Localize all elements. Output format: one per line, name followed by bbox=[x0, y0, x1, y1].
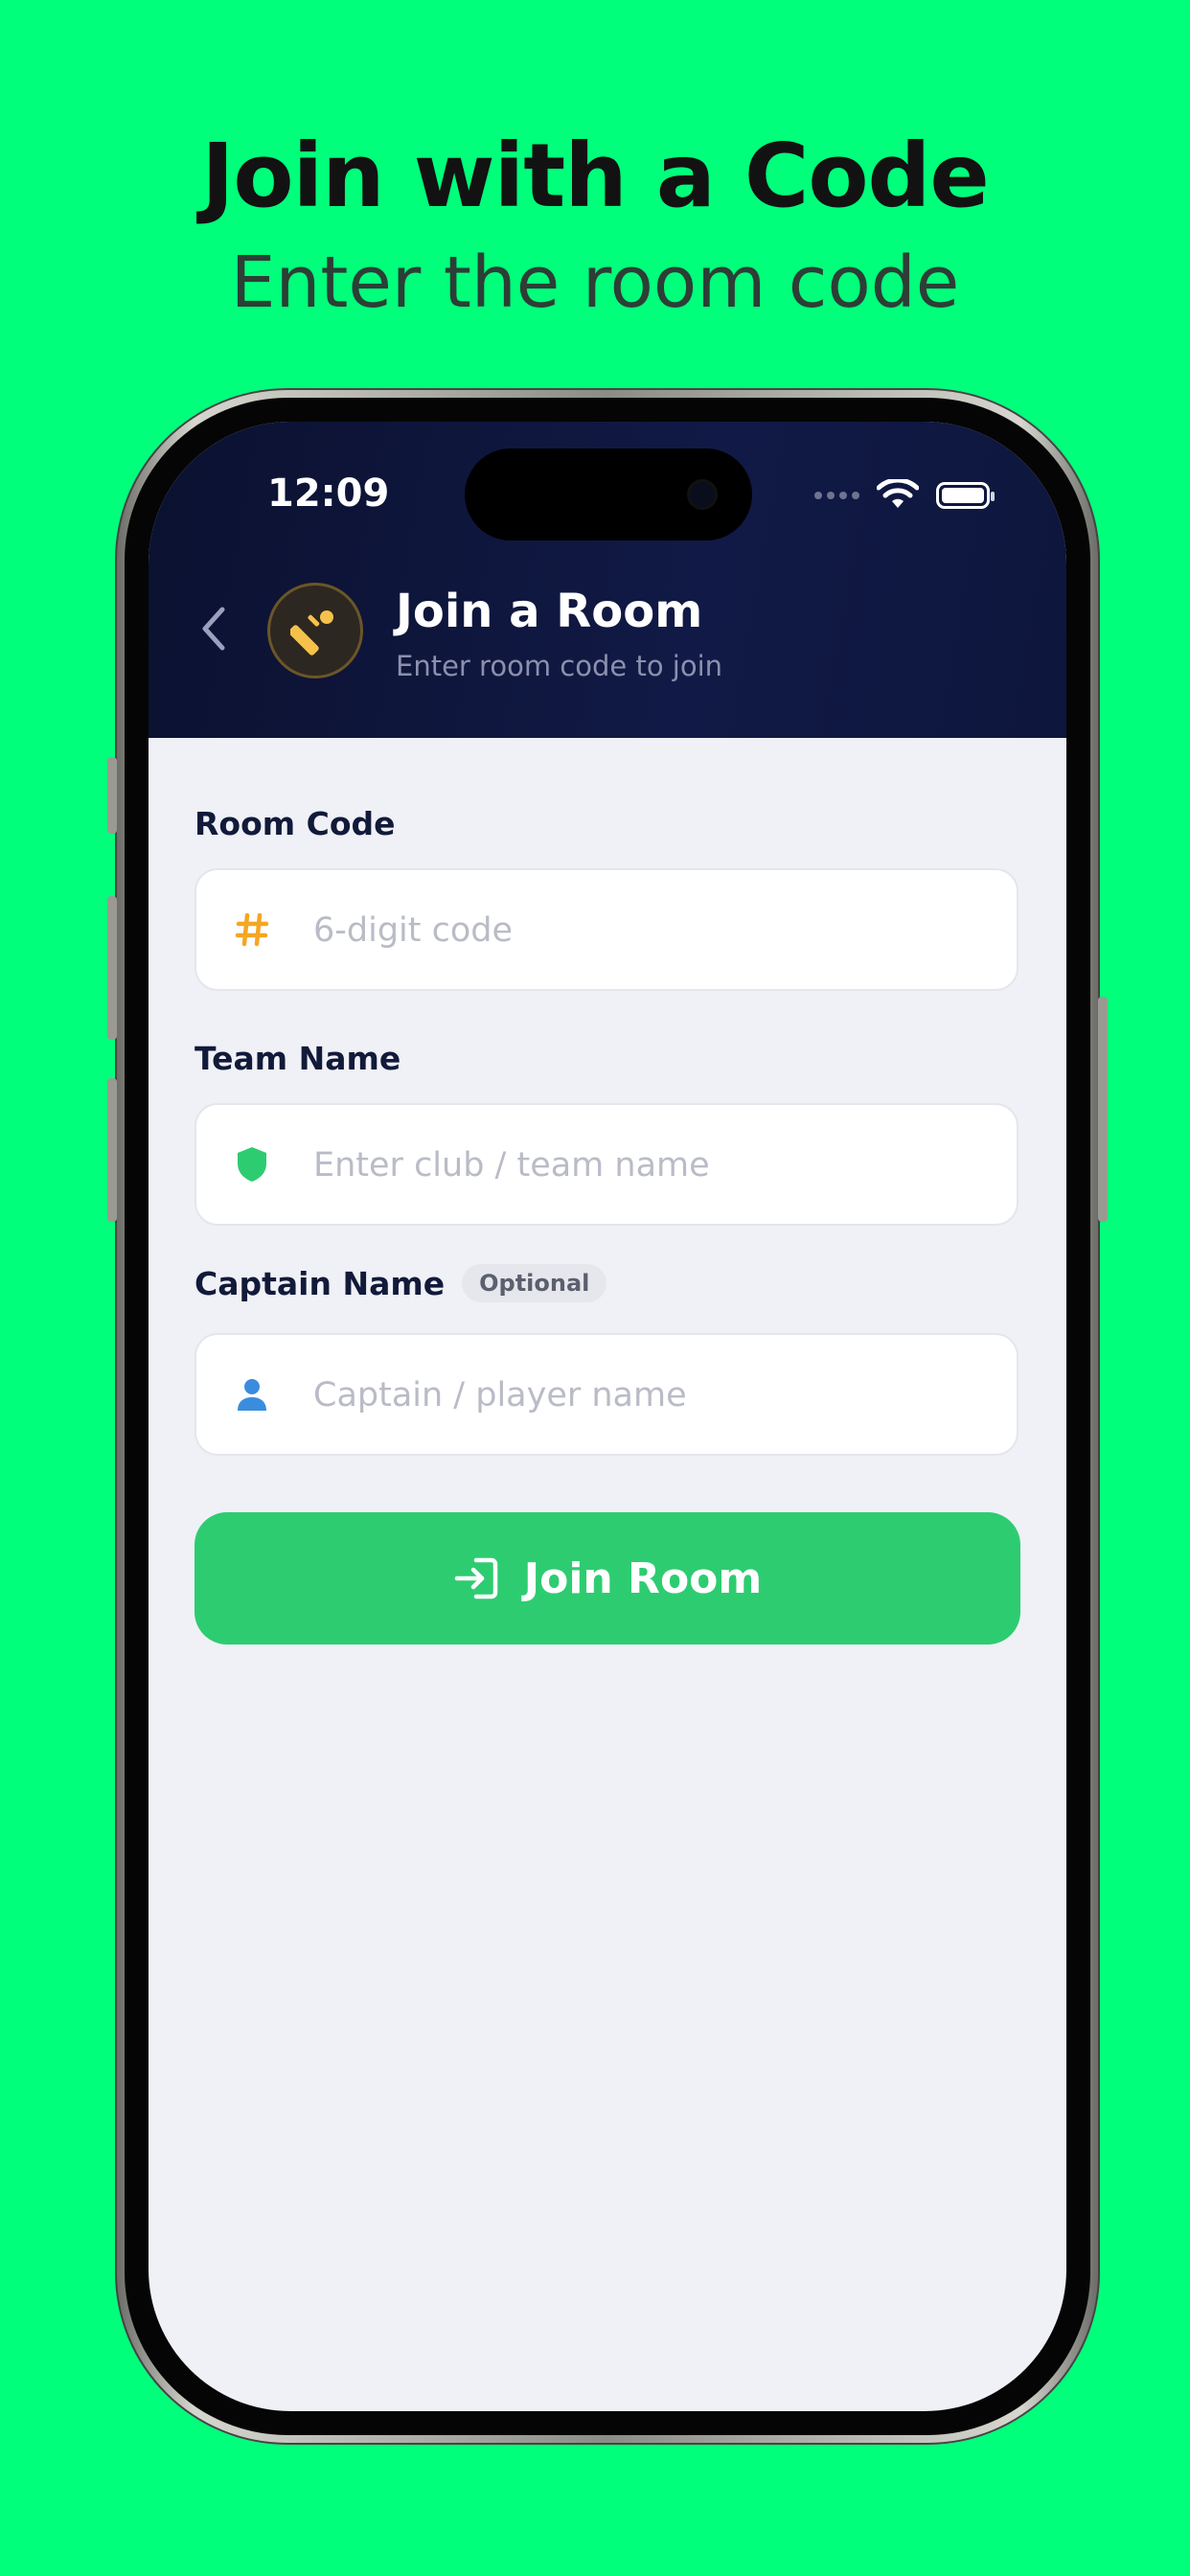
room-code-label: Room Code bbox=[195, 805, 396, 842]
hash-icon bbox=[231, 908, 273, 951]
room-code-input[interactable] bbox=[311, 870, 986, 991]
battery-icon bbox=[936, 482, 995, 509]
team-name-field[interactable] bbox=[195, 1103, 1018, 1226]
team-name-input[interactable] bbox=[311, 1105, 986, 1226]
chevron-left-icon bbox=[202, 607, 225, 651]
app-screen: 12:09 Join a Room Enter room code to joi… bbox=[149, 422, 1066, 2411]
phone-action-button bbox=[107, 757, 117, 834]
status-time: 12:09 bbox=[267, 472, 390, 516]
room-avatar bbox=[267, 583, 363, 678]
phone-power-button bbox=[1098, 997, 1108, 1222]
wifi-icon bbox=[877, 479, 919, 508]
promo-subheadline: Enter the room code bbox=[230, 242, 960, 324]
captain-name-label-text: Captain Name bbox=[195, 1265, 446, 1302]
dynamic-island bbox=[465, 448, 752, 540]
captain-name-input[interactable] bbox=[311, 1335, 986, 1456]
join-room-button[interactable]: Join Room bbox=[195, 1512, 1020, 1644]
signal-icon bbox=[814, 492, 859, 499]
cricket-bat-icon bbox=[290, 610, 333, 656]
optional-badge: Optional bbox=[462, 1263, 607, 1302]
team-name-label: Team Name bbox=[195, 1040, 401, 1077]
join-room-label: Join Room bbox=[523, 1553, 763, 1603]
app-header: 12:09 Join a Room Enter room code to joi… bbox=[149, 422, 1066, 738]
promo-headline: Join with a Code bbox=[201, 125, 990, 227]
phone-volume-up bbox=[107, 896, 117, 1040]
captain-name-label: Captain Name Optional bbox=[195, 1263, 607, 1305]
shield-icon bbox=[231, 1143, 273, 1185]
status-indicators bbox=[814, 479, 995, 512]
login-arrow-icon bbox=[454, 1557, 497, 1599]
person-icon bbox=[231, 1373, 273, 1415]
phone-volume-down bbox=[107, 1078, 117, 1222]
camera-icon bbox=[687, 479, 718, 510]
room-code-field[interactable] bbox=[195, 868, 1018, 991]
back-button[interactable] bbox=[195, 600, 233, 657]
captain-name-field[interactable] bbox=[195, 1333, 1018, 1456]
header-subtitle: Enter room code to join bbox=[396, 650, 723, 682]
header-title: Join a Room bbox=[396, 585, 703, 638]
